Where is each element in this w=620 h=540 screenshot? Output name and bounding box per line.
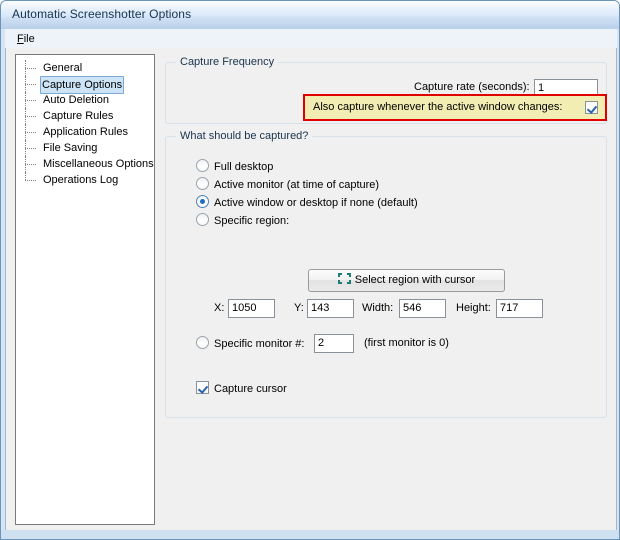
sidebar-item-operations-log[interactable]: Operations Log — [16, 172, 154, 188]
window-bottom-strip — [1, 530, 619, 539]
width-label: Width: — [362, 302, 394, 314]
menu-bar: File — [5, 29, 617, 49]
monitor-hint: (first monitor is 0) — [364, 337, 449, 349]
y-input[interactable]: 143 — [307, 299, 354, 318]
x-input[interactable]: 1050 — [228, 299, 275, 318]
tree-twig — [25, 84, 36, 85]
group-title: Capture Frequency — [176, 56, 279, 68]
radio-label: Specific region: — [214, 215, 290, 227]
region-coords-row: X: 1050 Y: 143 Width: 546 Height: 717 — [166, 299, 608, 321]
y-label: Y: — [294, 302, 304, 314]
radio-icon[interactable] — [196, 213, 209, 226]
select-region-label: Select region with cursor — [354, 274, 476, 286]
sidebar-item-label: Auto Deletion — [43, 94, 110, 106]
radio-icon[interactable] — [196, 159, 209, 172]
radio-label: Specific monitor #: — [214, 338, 305, 350]
sidebar-item-label: Application Rules — [43, 126, 128, 138]
sidebar-item-label: Miscellaneous Options — [43, 158, 154, 170]
radio-specific-region[interactable]: Specific region: — [196, 213, 289, 227]
tree-twig — [25, 68, 36, 69]
radio-specific-monitor[interactable]: Specific monitor #: — [196, 336, 304, 350]
select-region-button[interactable]: Select region with cursor — [308, 269, 505, 292]
also-capture-label: Also capture whenever the active window … — [313, 101, 563, 113]
crop-region-icon — [337, 273, 351, 284]
tree-twig — [25, 100, 36, 101]
radio-icon[interactable] — [196, 336, 209, 349]
sidebar-item-label: General — [43, 62, 83, 74]
radio-label: Full desktop — [214, 161, 274, 173]
tree-twig — [25, 164, 36, 165]
sidebar-item-application-rules[interactable]: Application Rules — [16, 124, 154, 140]
group-title: What should be captured? — [176, 130, 313, 142]
capture-cursor-label: Capture cursor — [214, 383, 287, 395]
radio-active-window[interactable]: Active window or desktop if none (defaul… — [196, 195, 418, 209]
sidebar-item-auto-deletion[interactable]: Auto Deletion — [16, 92, 154, 108]
options-pane: Capture Frequency Capture rate (seconds)… — [161, 54, 611, 525]
sidebar-item-file-saving[interactable]: File Saving — [16, 140, 154, 156]
sidebar-item-miscellaneous-options[interactable]: Miscellaneous Options — [16, 156, 154, 172]
also-capture-checkbox[interactable] — [585, 101, 598, 114]
tree-twig — [25, 180, 36, 181]
what-captured-group: What should be captured? Full desktop Ac… — [165, 130, 608, 418]
sidebar-item-capture-options[interactable]: Capture Options — [16, 76, 154, 94]
also-capture-highlight: Also capture whenever the active window … — [303, 94, 607, 121]
sidebar-item-capture-rules[interactable]: Capture Rules — [16, 108, 154, 124]
radio-label: Active monitor (at time of capture) — [214, 179, 380, 191]
radio-icon[interactable] — [196, 177, 209, 190]
capture-cursor-checkbox[interactable] — [196, 381, 209, 394]
sidebar-item-label: Capture Rules — [43, 110, 114, 122]
sidebar-item-label: File Saving — [43, 142, 98, 154]
sidebar-item-general[interactable]: General — [16, 60, 154, 76]
menu-file-mnemonic: F — [17, 33, 24, 45]
menu-item-file[interactable]: File — [12, 32, 40, 46]
radio-active-monitor[interactable]: Active monitor (at time of capture) — [196, 177, 379, 191]
height-label: Height: — [456, 302, 491, 314]
monitor-number-input[interactable]: 2 — [314, 334, 354, 353]
radio-icon-selected[interactable] — [196, 195, 209, 208]
radio-full-desktop[interactable]: Full desktop — [196, 159, 273, 173]
title-bar: Automatic Screenshotter Options — [1, 1, 619, 29]
category-tree[interactable]: General Capture Options Auto Deletion Ca… — [15, 54, 155, 525]
sidebar-item-label: Operations Log — [43, 174, 119, 186]
specific-monitor-row: Specific monitor #: 2 (first monitor is … — [166, 333, 608, 355]
x-label: X: — [214, 302, 225, 314]
radio-label: Active window or desktop if none (defaul… — [214, 197, 418, 209]
width-input[interactable]: 546 — [399, 299, 446, 318]
options-window: Automatic Screenshotter Options File Gen… — [0, 0, 620, 540]
tree-twig — [25, 148, 36, 149]
window-title: Automatic Screenshotter Options — [12, 7, 192, 21]
client-area: General Capture Options Auto Deletion Ca… — [5, 48, 617, 539]
tree-stem — [25, 172, 26, 180]
capture-rate-label: Capture rate (seconds): — [414, 81, 530, 93]
menu-file-rest: ile — [23, 33, 35, 45]
height-input[interactable]: 717 — [496, 299, 543, 318]
tree-twig — [25, 132, 36, 133]
capture-cursor-row[interactable]: Capture cursor — [196, 381, 287, 395]
tree-twig — [25, 116, 36, 117]
